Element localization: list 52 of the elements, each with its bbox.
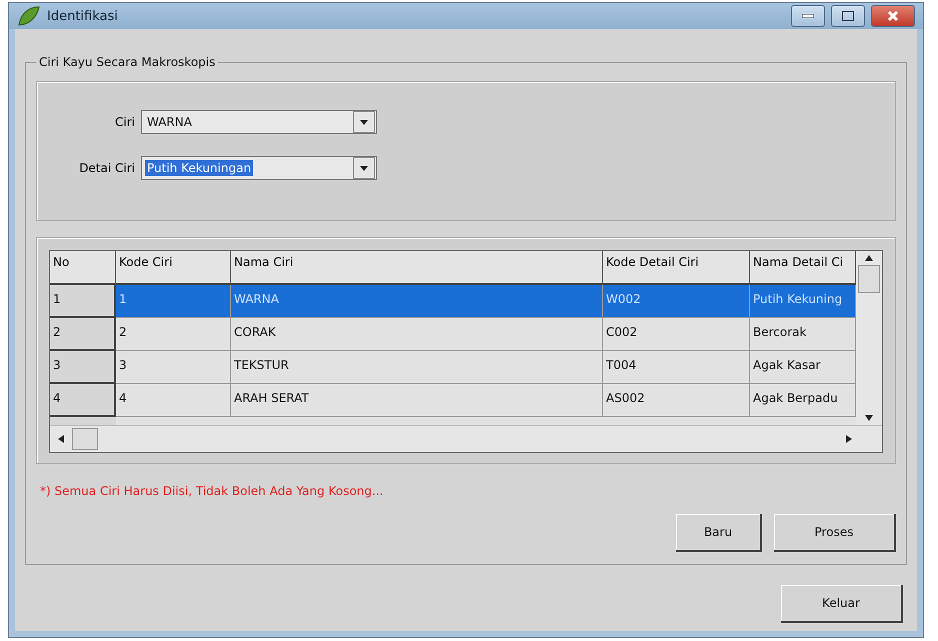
column-header[interactable]: Kode Ciri: [116, 251, 231, 285]
table-cell: Agak Kasar: [750, 351, 856, 384]
scroll-down-icon[interactable]: [865, 415, 873, 421]
window-title: Identifikasi: [47, 8, 119, 24]
table-cell: Putih Kekuning: [750, 285, 856, 318]
dropdown-value: Putih Kekuningan: [145, 160, 254, 176]
table-cell: CORAK: [231, 318, 603, 351]
table-cell: AS002: [603, 384, 750, 417]
maximize-icon: [842, 11, 854, 21]
group-title: Ciri Kayu Secara Makroskopis: [38, 55, 216, 69]
field-label: Ciri: [114, 115, 135, 129]
maximize-button[interactable]: [831, 5, 865, 27]
minimize-icon: [802, 14, 814, 18]
leaf-icon: [17, 5, 41, 27]
action-button[interactable]: Proses: [774, 514, 896, 552]
minimize-button[interactable]: [791, 5, 825, 27]
close-icon: [887, 10, 899, 22]
table-cell: T004: [603, 351, 750, 384]
column-header[interactable]: Nama Ciri: [231, 251, 603, 285]
horizontal-scrollbar[interactable]: [50, 425, 882, 452]
table-cell: 2: [116, 318, 231, 351]
table-cell: ARAH SERAT: [231, 384, 603, 417]
dropdown-field[interactable]: Putih Kekuningan: [141, 156, 377, 180]
table-cell: Bercorak: [750, 318, 856, 351]
scroll-right-icon[interactable]: [846, 435, 852, 443]
vertical-scrollbar[interactable]: [856, 251, 882, 425]
row-header[interactable]: 1: [50, 285, 116, 318]
row-header[interactable]: 3: [50, 351, 116, 384]
dropdown-value: WARNA: [146, 114, 193, 130]
action-button[interactable]: Baru: [676, 514, 762, 552]
table-cell: 3: [116, 351, 231, 384]
scroll-thumb[interactable]: [858, 265, 880, 293]
table-cell: 1: [116, 285, 231, 318]
exit-button[interactable]: Keluar: [781, 585, 903, 623]
scroll-thumb[interactable]: [72, 428, 98, 450]
column-header[interactable]: Nama Detail Ci: [750, 251, 856, 285]
table-cell: W002: [603, 285, 750, 318]
table-cell: C002: [603, 318, 750, 351]
table-cell: Agak Berpadu: [750, 384, 856, 417]
dropdown-field[interactable]: WARNA: [141, 110, 377, 134]
table-cell: WARNA: [231, 285, 603, 318]
scroll-up-icon[interactable]: [865, 255, 873, 261]
column-header[interactable]: Kode Detail Ciri: [603, 251, 750, 285]
scroll-left-icon[interactable]: [58, 435, 64, 443]
warning-text: *) Semua Ciri Harus Diisi, Tidak Boleh Ada Yang Kosong...: [40, 484, 384, 498]
row-header[interactable]: 4: [50, 384, 116, 417]
field-label: Detai Ciri: [78, 161, 135, 175]
table-cell: TEKSTUR: [231, 351, 603, 384]
close-button[interactable]: [871, 5, 915, 27]
column-header[interactable]: No: [50, 251, 116, 285]
table-cell: 4: [116, 384, 231, 417]
row-header[interactable]: 2: [50, 318, 116, 351]
